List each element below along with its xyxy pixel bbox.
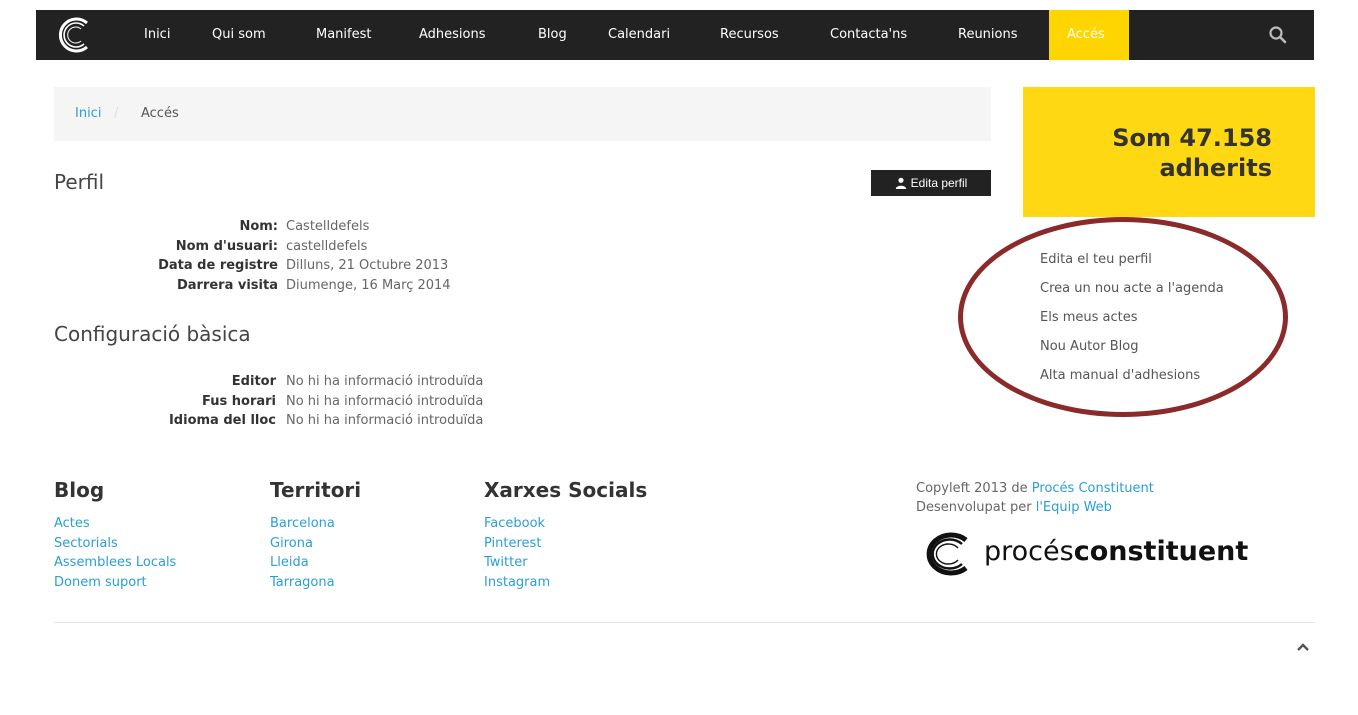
copyleft-prefix: Copyleft 2013 de <box>916 481 1028 496</box>
config-row: Editor No hi ha informació introduïda <box>54 374 554 394</box>
footer-link-instagram[interactable]: Instagram <box>484 575 647 595</box>
profile-details: Nom: Castelldefels Nom d'usuari: castell… <box>54 219 554 297</box>
profile-label-username: Nom d'usuari: <box>175 238 278 254</box>
user-menu-manual-adhesions[interactable]: Alta manual d'adhesions <box>1040 364 1224 393</box>
config-label-editor: Editor <box>231 374 276 389</box>
chevron-up-icon[interactable] <box>1296 642 1310 652</box>
config-value-editor: No hi ha informació introduïda <box>286 374 484 389</box>
profile-label-nom: Nom: <box>239 219 278 234</box>
profile-title: Perfil <box>54 170 105 194</box>
profile-row: Darrera visita Diumenge, 16 Març 2014 <box>54 278 554 298</box>
nav-item-calendari[interactable]: Calendari <box>608 10 670 60</box>
footer-divider <box>54 622 1315 623</box>
member-counter: Som 47.158 adherits <box>1023 87 1315 217</box>
nav-item-contactans[interactable]: Contacta'ns <box>830 10 907 60</box>
footer-link-actes[interactable]: Actes <box>54 516 176 536</box>
c-swirl-logo-icon[interactable] <box>54 15 94 55</box>
config-label-timezone: Fus horari <box>202 393 276 409</box>
footer-link-lleida[interactable]: Lleida <box>270 555 361 575</box>
nav-item-blog[interactable]: Blog <box>538 10 567 60</box>
config-details: Editor No hi ha informació introduïda Fu… <box>54 374 554 433</box>
profile-label-visita: Darrera visita <box>176 277 278 293</box>
footer-link-girona[interactable]: Girona <box>270 536 361 556</box>
edit-profile-label: Edita perfil <box>910 176 968 190</box>
footer-link-pinterest[interactable]: Pinterest <box>484 536 647 556</box>
breadcrumb: Inici / Accés <box>54 87 991 141</box>
config-title: Configuració bàsica <box>54 322 251 346</box>
member-counter-line2: adherits <box>1159 154 1272 182</box>
footer-xarxes-column: Xarxes Socials Facebook Pinterest Twitte… <box>484 478 647 594</box>
user-menu-my-events[interactable]: Els meus actes <box>1040 306 1224 335</box>
c-swirl-brand-icon <box>926 532 968 576</box>
config-row: Fus horari No hi ha informació introduïd… <box>54 394 554 414</box>
user-menu-edit-profile[interactable]: Edita el teu perfil <box>1040 248 1224 277</box>
footer-blog-column: Blog Actes Sectorials Assemblees Locals … <box>54 478 176 594</box>
footer-credits: Copyleft 2013 de Procés Constituent Dese… <box>916 479 1154 517</box>
search-icon[interactable] <box>1268 25 1288 45</box>
footer-link-twitter[interactable]: Twitter <box>484 555 647 575</box>
footer-xarxes-title: Xarxes Socials <box>484 478 648 502</box>
footer-link-sectorials[interactable]: Sectorials <box>54 536 176 556</box>
user-menu-new-event[interactable]: Crea un nou acte a l'agenda <box>1040 277 1224 306</box>
profile-value-nom: Castelldefels <box>286 219 370 234</box>
profile-value-username: castelldefels <box>286 238 368 254</box>
footer-blog-title: Blog <box>54 478 105 502</box>
footer-link-donem-suport[interactable]: Donem suport <box>54 575 176 595</box>
brand-wordmark-light: procés <box>984 536 1074 567</box>
developed-link[interactable]: l'Equip Web <box>1036 500 1112 515</box>
user-menu: Edita el teu perfil Crea un nou acte a l… <box>1040 248 1224 393</box>
nav-item-inici[interactable]: Inici <box>144 10 170 60</box>
footer-territori-column: Territori Barcelona Girona Lleida Tarrag… <box>270 478 361 594</box>
config-value-timezone: No hi ha informació introduïda <box>286 393 484 409</box>
user-menu-new-blog-author[interactable]: Nou Autor Blog <box>1040 335 1224 364</box>
config-row: Idioma del lloc No hi ha informació intr… <box>54 413 554 433</box>
user-icon <box>895 177 906 189</box>
profile-label-registre: Data de registre <box>158 258 278 273</box>
nav-item-manifest[interactable]: Manifest <box>316 10 371 60</box>
nav-item-qui-som[interactable]: Qui som <box>212 10 266 60</box>
brand-wordmark-bold: constituent <box>1073 536 1249 567</box>
profile-row: Nom: Castelldefels <box>54 219 554 239</box>
footer-link-assemblees[interactable]: Assemblees Locals <box>54 555 176 575</box>
nav-item-reunions[interactable]: Reunions <box>958 10 1018 60</box>
profile-row: Nom d'usuari: castelldefels <box>54 239 554 259</box>
member-counter-text: Som 47.158 adherits <box>1112 123 1272 183</box>
developed-line: Desenvolupat per l'Equip Web <box>916 498 1154 517</box>
breadcrumb-current: Accés <box>141 106 179 121</box>
copyleft-link[interactable]: Procés Constituent <box>1032 481 1154 496</box>
footer-link-facebook[interactable]: Facebook <box>484 516 647 536</box>
config-value-language: No hi ha informació introduïda <box>286 413 484 428</box>
breadcrumb-home-link[interactable]: Inici <box>75 106 101 121</box>
profile-value-visita: Diumenge, 16 Març 2014 <box>286 277 451 293</box>
footer-territori-title: Territori <box>270 478 362 502</box>
nav-item-acces[interactable]: Accés <box>1049 10 1129 60</box>
nav-item-recursos[interactable]: Recursos <box>720 10 779 60</box>
profile-row: Data de registre Dilluns, 21 Octubre 201… <box>54 258 554 278</box>
developed-prefix: Desenvolupat per <box>916 500 1032 515</box>
member-counter-line1: Som 47.158 <box>1112 124 1272 152</box>
footer-link-tarragona[interactable]: Tarragona <box>270 575 361 595</box>
edit-profile-button[interactable]: Edita perfil <box>871 170 991 196</box>
config-label-language: Idioma del lloc <box>168 413 276 428</box>
profile-value-registre: Dilluns, 21 Octubre 2013 <box>286 258 449 273</box>
top-navbar: Inici Qui som Manifest Adhesions Blog Ca… <box>36 10 1314 60</box>
breadcrumb-separator: / <box>114 106 119 121</box>
copyleft-line: Copyleft 2013 de Procés Constituent <box>916 479 1154 498</box>
nav-item-adhesions[interactable]: Adhesions <box>419 10 486 60</box>
footer-link-barcelona[interactable]: Barcelona <box>270 516 361 536</box>
brand-wordmark: procésconstituent <box>984 536 1248 567</box>
